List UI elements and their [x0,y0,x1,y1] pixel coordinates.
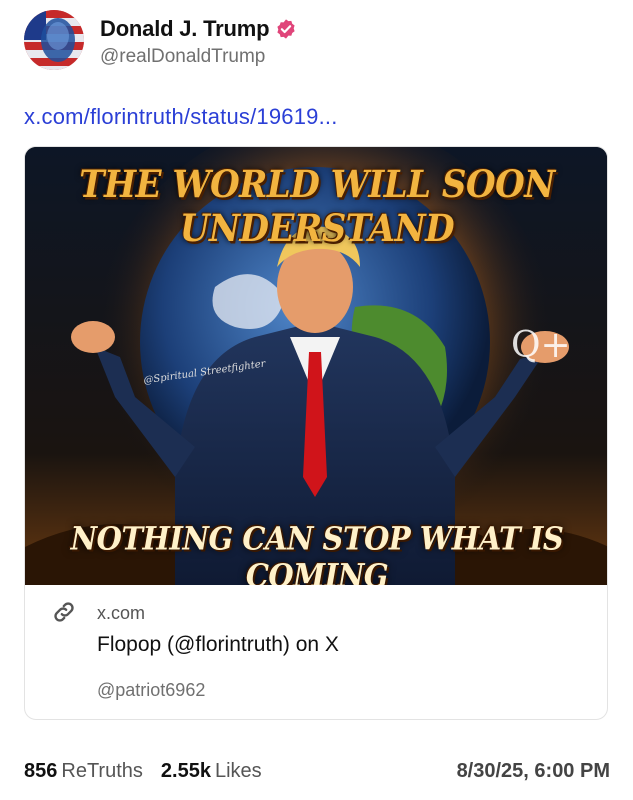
display-name[interactable]: Donald J. Trump [100,16,270,42]
card-title: Flopop (@florintruth) on X [97,633,339,656]
post-header: Donald J. Trump @realDonaldTrump [24,10,614,74]
post-stats: 856 ReTruths 2.55k Likes 8/30/25, 6:00 P… [24,760,610,783]
image-bottom-text: NOTHING CAN STOP WHAT IS COMING [70,519,564,585]
verified-badge-icon [277,19,295,39]
likes-label: Likes [214,760,262,782]
image-mark: Q+ [511,325,571,366]
post-timestamp[interactable]: 8/30/25, 6:00 PM [457,760,610,783]
post-link[interactable]: x.com/florintruth/status/19619... [24,104,338,130]
card-meta: x.com Flopop (@florintruth) on X @patrio… [25,585,607,719]
retruths-label: ReTruths [61,760,143,782]
author-handle[interactable]: @realDonaldTrump [100,46,297,68]
likes-stat[interactable]: 2.55k Likes [161,760,262,783]
retruths-count: 856 [24,760,58,782]
card-domain: x.com [97,603,146,623]
image-top-text: THE WORLD WILL SOON UNDERSTAND [79,163,555,251]
likes-count: 2.55k [160,760,211,782]
card-subtitle: @patriot6962 [97,680,206,700]
link-preview-card[interactable]: THE WORLD WILL SOON UNDERSTAND @Spiritua… [24,146,608,720]
link-icon [54,602,74,622]
avatar[interactable] [24,10,84,70]
card-image: THE WORLD WILL SOON UNDERSTAND @Spiritua… [25,147,607,585]
retruths-stat[interactable]: 856 ReTruths [24,760,143,783]
